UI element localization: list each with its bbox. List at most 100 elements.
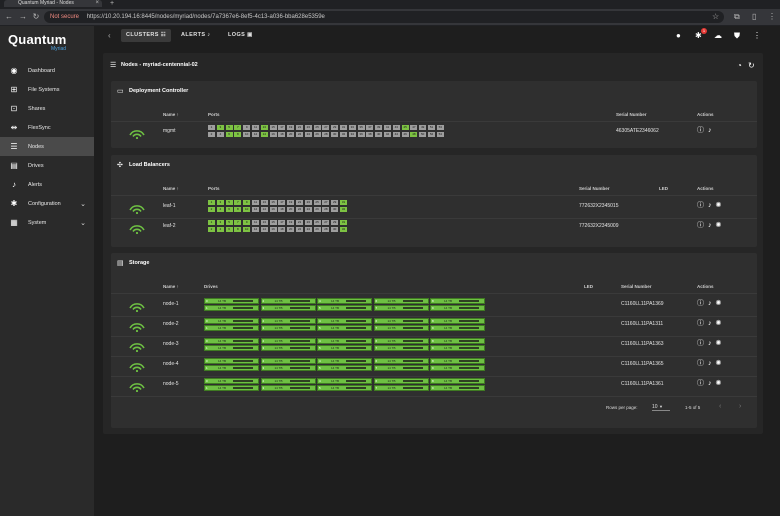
port[interactable]: 49: [419, 125, 427, 130]
forward-icon[interactable]: →: [18, 12, 28, 22]
bell-icon[interactable]: ♪: [708, 222, 716, 229]
port[interactable]: 11: [252, 125, 259, 130]
drive-slot[interactable]: 5 14 TB: [317, 325, 372, 331]
drive-slot[interactable]: 2 14 TB: [260, 318, 316, 324]
bell-icon[interactable]: ♪: [708, 340, 716, 347]
port[interactable]: 8: [234, 132, 242, 137]
port[interactable]: 11: [252, 220, 259, 225]
port[interactable]: 43: [392, 125, 400, 130]
port[interactable]: 46: [401, 132, 409, 137]
port[interactable]: 12: [252, 227, 259, 232]
sidebar-item-system[interactable]: ▦ System ⌄: [0, 213, 94, 232]
port[interactable]: 51: [428, 125, 435, 130]
port[interactable]: 3: [216, 220, 224, 225]
drive-slot[interactable]: 3 14 TB: [260, 365, 316, 371]
next-page-icon[interactable]: ›: [739, 403, 741, 410]
port[interactable]: 53: [436, 125, 444, 130]
port[interactable]: 26: [313, 207, 321, 212]
port[interactable]: 10: [243, 132, 251, 137]
port[interactable]: 2: [208, 207, 215, 212]
port[interactable]: 32: [340, 207, 347, 212]
drive-slot[interactable]: 1 14 TB: [204, 365, 259, 371]
port[interactable]: 35: [357, 125, 365, 130]
port[interactable]: 8: [234, 227, 242, 232]
port[interactable]: 19: [287, 200, 295, 205]
port[interactable]: 15: [269, 220, 277, 225]
led-toggle-icon[interactable]: ✺: [716, 380, 726, 387]
drive-slot[interactable]: 0 14 TB: [204, 338, 259, 344]
row-name[interactable]: node-1: [163, 301, 179, 307]
drive-slot[interactable]: 9 14 TB: [430, 365, 485, 371]
port[interactable]: 7: [234, 220, 242, 225]
port[interactable]: 39: [375, 125, 383, 130]
port[interactable]: 16: [269, 207, 277, 212]
port[interactable]: 27: [322, 125, 330, 130]
port[interactable]: 21: [296, 220, 303, 225]
led-toggle-icon[interactable]: ✺: [716, 360, 726, 367]
port[interactable]: 40: [375, 132, 383, 137]
row-name[interactable]: leaf-2: [163, 223, 176, 229]
port[interactable]: 48: [410, 132, 418, 137]
port[interactable]: 28: [322, 132, 330, 137]
led-toggle-icon[interactable]: ✺: [716, 300, 726, 307]
port[interactable]: 17: [278, 200, 286, 205]
port[interactable]: 16: [269, 132, 277, 137]
drive-slot[interactable]: 6 14 TB: [373, 318, 429, 324]
port[interactable]: 52: [428, 132, 435, 137]
drive-slot[interactable]: 2 14 TB: [260, 378, 316, 384]
port[interactable]: 14: [260, 132, 268, 137]
port[interactable]: 18: [278, 227, 286, 232]
port[interactable]: 23: [304, 220, 312, 225]
port[interactable]: 30: [331, 207, 339, 212]
port[interactable]: 7: [234, 200, 242, 205]
port[interactable]: 17: [278, 220, 286, 225]
tab-clusters[interactable]: CLUSTERS ☷: [121, 29, 172, 42]
port[interactable]: 6: [225, 227, 233, 232]
drive-slot[interactable]: 5 14 TB: [317, 365, 372, 371]
extensions-icon[interactable]: ⧉: [734, 12, 740, 22]
port[interactable]: 47: [410, 125, 418, 130]
port[interactable]: 33: [348, 125, 356, 130]
port[interactable]: 20: [287, 207, 295, 212]
port[interactable]: 2: [208, 227, 215, 232]
led-toggle-icon[interactable]: ✺: [716, 222, 726, 229]
port[interactable]: 31: [340, 125, 347, 130]
sidebar-item-alerts[interactable]: ♪ Alerts: [0, 175, 94, 194]
sidebar-item-flexsync[interactable]: ⇹ FlexSync: [0, 118, 94, 137]
info-icon[interactable]: ⓘ: [697, 340, 708, 347]
port[interactable]: 19: [287, 220, 295, 225]
drive-slot[interactable]: 0 14 TB: [204, 298, 259, 304]
port[interactable]: 22: [296, 132, 303, 137]
drive-slot[interactable]: 9 14 TB: [430, 385, 485, 391]
led-toggle-icon[interactable]: ✺: [716, 202, 726, 209]
drive-slot[interactable]: 0 14 TB: [204, 358, 259, 364]
port[interactable]: 13: [260, 220, 268, 225]
port[interactable]: 1: [208, 220, 215, 225]
port[interactable]: 16: [269, 227, 277, 232]
row-name[interactable]: mgmt: [163, 128, 176, 134]
port[interactable]: 23: [304, 125, 312, 130]
port[interactable]: 29: [331, 125, 339, 130]
port[interactable]: 11: [252, 200, 259, 205]
port[interactable]: 34: [348, 132, 356, 137]
drive-slot[interactable]: 2 14 TB: [260, 298, 316, 304]
sidebar-item-nodes[interactable]: ☰ Nodes: [0, 137, 94, 156]
port[interactable]: 10: [243, 207, 251, 212]
port[interactable]: 3: [216, 125, 224, 130]
port[interactable]: 18: [278, 132, 286, 137]
user-icon[interactable]: ●: [676, 31, 681, 40]
port[interactable]: 41: [384, 125, 391, 130]
drive-slot[interactable]: 6 14 TB: [373, 378, 429, 384]
close-icon[interactable]: ×: [95, 0, 99, 7]
port[interactable]: 19: [287, 125, 295, 130]
new-tab-icon[interactable]: +: [110, 0, 114, 7]
drive-slot[interactable]: 8 14 TB: [430, 338, 485, 344]
port[interactable]: 1: [208, 200, 215, 205]
port[interactable]: 31: [340, 200, 347, 205]
port[interactable]: 37: [366, 125, 374, 130]
brand-logo[interactable]: Quantum: [8, 32, 66, 47]
bell-icon[interactable]: ♪: [708, 320, 716, 327]
tab-logs[interactable]: LOGS ▣: [223, 29, 258, 42]
port[interactable]: 4: [216, 207, 224, 212]
port[interactable]: 5: [225, 125, 233, 130]
